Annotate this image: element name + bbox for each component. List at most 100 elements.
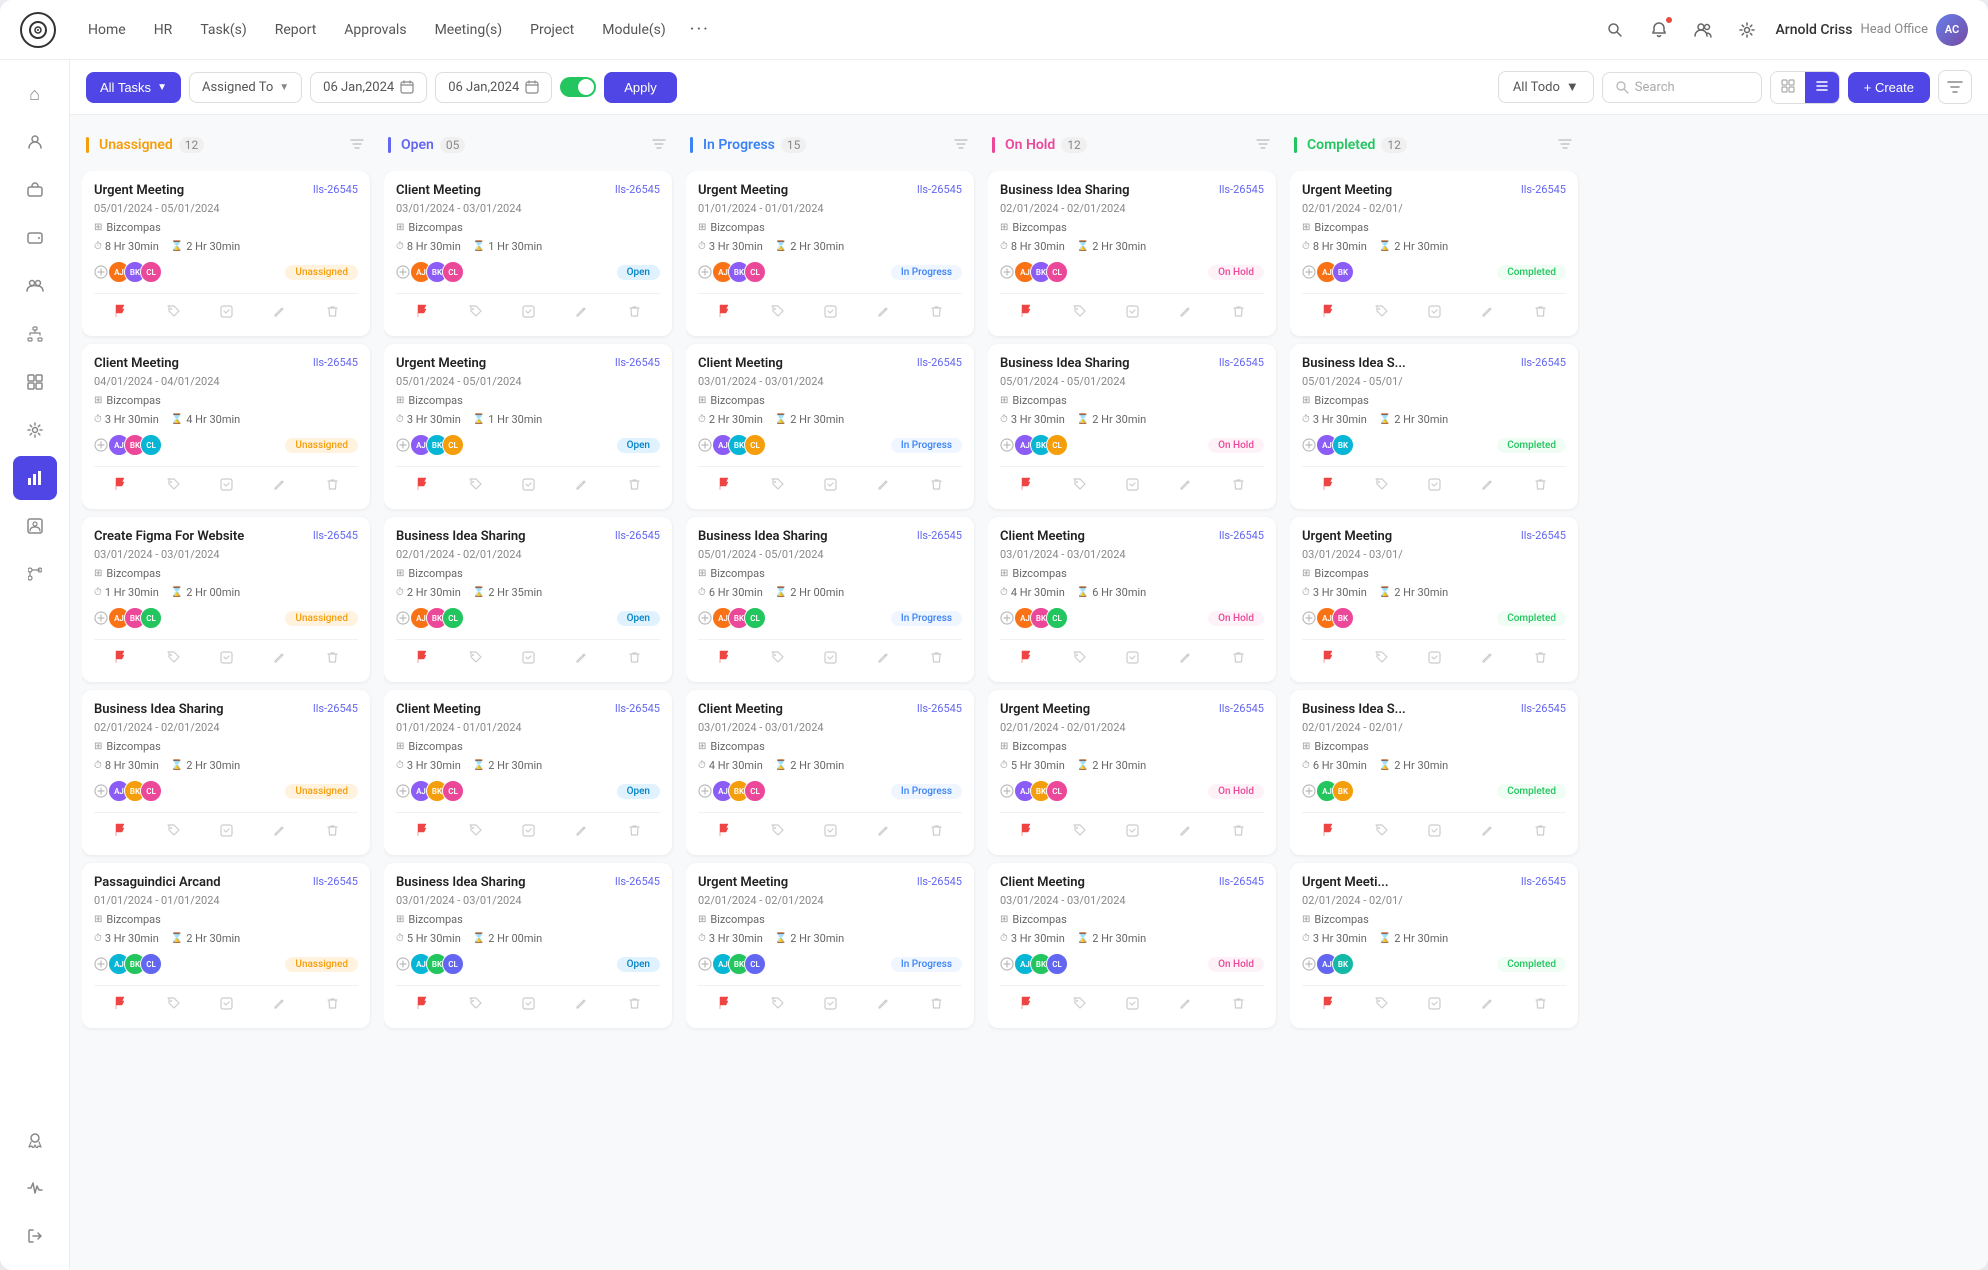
edit-icon[interactable] (569, 649, 594, 670)
delete-icon[interactable] (1529, 995, 1552, 1016)
delete-icon[interactable] (1529, 303, 1552, 324)
tag-icon[interactable] (1369, 649, 1394, 670)
delete-icon[interactable] (321, 822, 344, 843)
delete-icon[interactable] (321, 649, 344, 670)
flag-icon[interactable] (1014, 475, 1038, 497)
add-avatar-icon[interactable] (698, 438, 712, 452)
logo[interactable] (20, 12, 56, 48)
tag-icon[interactable] (1369, 303, 1394, 324)
edit-icon[interactable] (1475, 476, 1500, 497)
edit-icon[interactable] (267, 995, 292, 1016)
checklist-icon[interactable] (516, 476, 541, 497)
add-avatar-icon[interactable] (94, 957, 108, 971)
sidebar-git[interactable] (13, 552, 57, 596)
tag-icon[interactable] (765, 303, 790, 324)
edit-icon[interactable] (267, 822, 292, 843)
add-avatar-icon[interactable] (396, 957, 410, 971)
flag-icon[interactable] (1316, 302, 1340, 324)
add-avatar-icon[interactable] (1000, 957, 1014, 971)
sidebar-badge[interactable] (13, 1118, 57, 1162)
tag-icon[interactable] (1067, 476, 1092, 497)
edit-icon[interactable] (1475, 995, 1500, 1016)
checklist-icon[interactable] (214, 303, 239, 324)
task-card[interactable]: Business Idea S... lls-26545 02/01/2024 … (1290, 690, 1578, 855)
sidebar-logout[interactable] (13, 1214, 57, 1258)
add-avatar-icon[interactable] (396, 611, 410, 625)
checklist-icon[interactable] (516, 649, 541, 670)
flag-icon[interactable] (410, 302, 434, 324)
create-button[interactable]: + Create (1848, 72, 1930, 103)
user-avatar[interactable]: AC (1936, 14, 1968, 46)
task-card[interactable]: Create Figma For Website lls-26545 03/01… (82, 517, 370, 682)
edit-icon[interactable] (1173, 303, 1198, 324)
grid-view-btn[interactable] (1771, 72, 1805, 103)
add-avatar-icon[interactable] (94, 265, 108, 279)
tag-icon[interactable] (161, 476, 186, 497)
nav-report[interactable]: Report (263, 16, 329, 44)
add-avatar-icon[interactable] (1302, 784, 1316, 798)
task-card[interactable]: Client Meeting lls-26545 03/01/2024 - 03… (988, 517, 1276, 682)
add-avatar-icon[interactable] (94, 611, 108, 625)
edit-icon[interactable] (871, 995, 896, 1016)
col-collapse-btn[interactable] (1252, 135, 1274, 155)
checklist-icon[interactable] (1120, 303, 1145, 324)
col-collapse-btn[interactable] (950, 135, 972, 155)
checklist-icon[interactable] (1422, 995, 1447, 1016)
tag-icon[interactable] (765, 995, 790, 1016)
people-icon-btn[interactable] (1687, 14, 1719, 46)
flag-icon[interactable] (1014, 648, 1038, 670)
assigned-to-filter[interactable]: Assigned To ▼ (189, 72, 302, 103)
tag-icon[interactable] (463, 476, 488, 497)
nav-meetings[interactable]: Meeting(s) (423, 16, 515, 44)
checklist-icon[interactable] (1120, 995, 1145, 1016)
task-card[interactable]: Urgent Meeti... lls-26545 02/01/2024 - 0… (1290, 863, 1578, 1028)
col-collapse-btn[interactable] (648, 135, 670, 155)
checklist-icon[interactable] (214, 995, 239, 1016)
flag-icon[interactable] (1014, 821, 1038, 843)
nav-module[interactable]: Module(s) (590, 16, 678, 44)
sidebar-chart[interactable] (13, 456, 57, 500)
checklist-icon[interactable] (214, 476, 239, 497)
sidebar-settings[interactable] (13, 408, 57, 452)
list-view-btn[interactable] (1805, 72, 1839, 103)
tag-icon[interactable] (463, 649, 488, 670)
bell-icon-btn[interactable] (1643, 14, 1675, 46)
tag-icon[interactable] (1067, 822, 1092, 843)
nav-project[interactable]: Project (518, 16, 586, 44)
edit-icon[interactable] (871, 476, 896, 497)
checklist-icon[interactable] (818, 822, 843, 843)
nav-more-dots[interactable]: ··· (682, 13, 718, 46)
add-avatar-icon[interactable] (698, 784, 712, 798)
add-avatar-icon[interactable] (1000, 784, 1014, 798)
sidebar-org[interactable] (13, 312, 57, 356)
checklist-icon[interactable] (1422, 303, 1447, 324)
add-avatar-icon[interactable] (396, 784, 410, 798)
delete-icon[interactable] (321, 303, 344, 324)
col-collapse-btn[interactable] (346, 135, 368, 155)
task-card[interactable]: Urgent Meeting lls-26545 05/01/2024 - 05… (82, 171, 370, 336)
flag-icon[interactable] (712, 994, 736, 1016)
date-from-picker[interactable]: 06 Jan,2024 (310, 72, 427, 103)
edit-icon[interactable] (1475, 649, 1500, 670)
tag-icon[interactable] (765, 476, 790, 497)
search-box[interactable]: Search (1602, 72, 1762, 103)
task-card[interactable]: Business Idea Sharing lls-26545 02/01/20… (988, 171, 1276, 336)
sidebar-contact[interactable] (13, 504, 57, 548)
edit-icon[interactable] (1475, 303, 1500, 324)
sidebar-users[interactable] (13, 264, 57, 308)
delete-icon[interactable] (1227, 822, 1250, 843)
add-avatar-icon[interactable] (698, 265, 712, 279)
task-card[interactable]: Urgent Meeting lls-26545 02/01/2024 - 02… (686, 863, 974, 1028)
edit-icon[interactable] (871, 303, 896, 324)
tag-icon[interactable] (765, 649, 790, 670)
checklist-icon[interactable] (1120, 649, 1145, 670)
checklist-icon[interactable] (1422, 649, 1447, 670)
delete-icon[interactable] (925, 995, 948, 1016)
flag-icon[interactable] (108, 648, 132, 670)
task-card[interactable]: Client Meeting lls-26545 03/01/2024 - 03… (686, 344, 974, 509)
tag-icon[interactable] (161, 649, 186, 670)
flag-icon[interactable] (712, 475, 736, 497)
add-avatar-icon[interactable] (698, 611, 712, 625)
delete-icon[interactable] (925, 303, 948, 324)
task-card[interactable]: Urgent Meeting lls-26545 01/01/2024 - 01… (686, 171, 974, 336)
